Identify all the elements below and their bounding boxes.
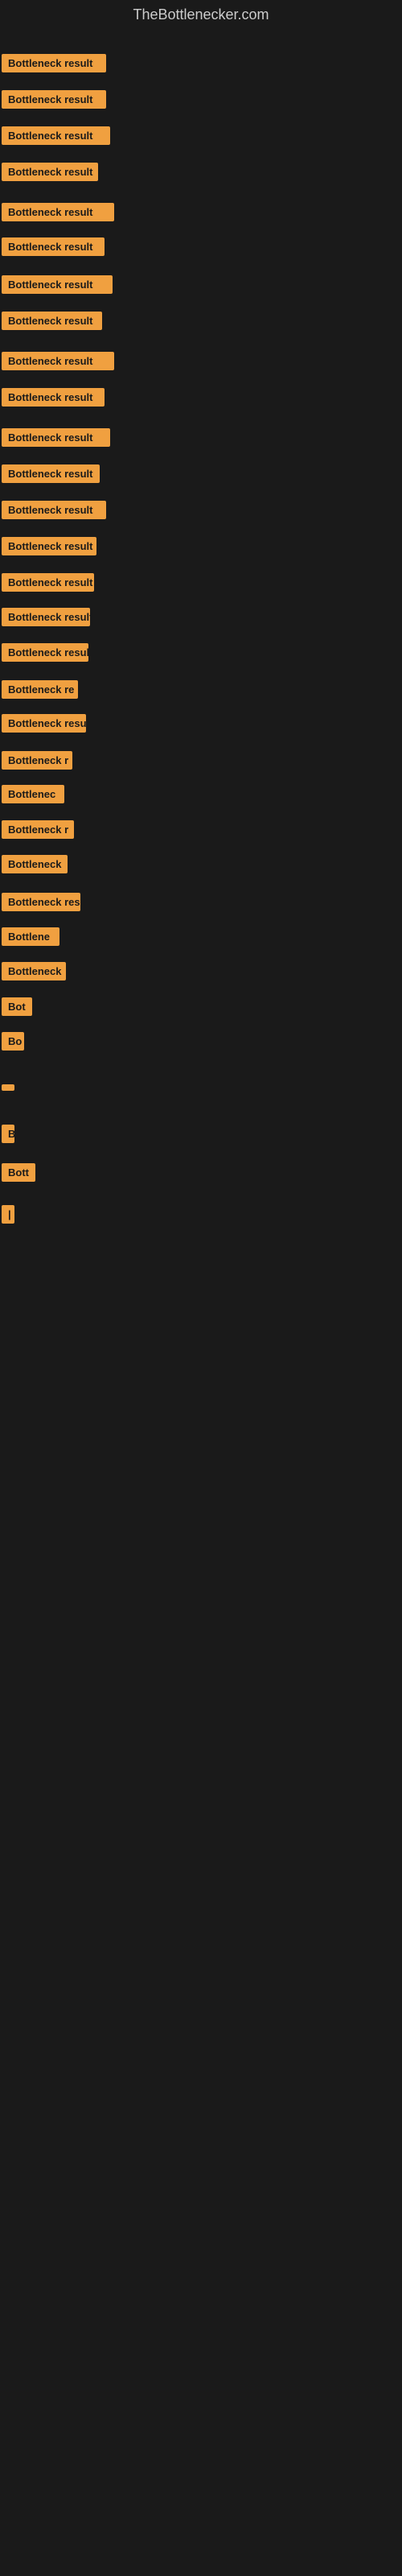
bottleneck-result-item: Bottleneck xyxy=(2,855,68,873)
bottleneck-result-item: Bott xyxy=(2,1163,35,1182)
bottleneck-result-item: Bottleneck result xyxy=(2,428,110,447)
bottleneck-result-item: Bottleneck result xyxy=(2,537,96,555)
bottleneck-result-item: Bottleneck result xyxy=(2,203,114,221)
bottleneck-result-item: Bottleneck result xyxy=(2,54,106,72)
bottleneck-result-item: Bottleneck result xyxy=(2,714,86,733)
bottleneck-result-item: Bottleneck result xyxy=(2,163,98,181)
bottleneck-result-item: Bottleneck result xyxy=(2,388,105,407)
bottleneck-result-item: Bottlene xyxy=(2,927,59,946)
bottleneck-result-item: Bottleneck result xyxy=(2,464,100,483)
bottleneck-result-item: Bo xyxy=(2,1032,24,1051)
bottleneck-result-item: Bottleneck result xyxy=(2,237,105,256)
bottleneck-result-item: Bottleneck result xyxy=(2,90,106,109)
bottleneck-result-item: B xyxy=(2,1125,14,1143)
bottleneck-result-item: Bottleneck re xyxy=(2,680,78,699)
bottleneck-result-item xyxy=(2,1084,14,1091)
bottleneck-result-item: Bottleneck r xyxy=(2,751,72,770)
bottleneck-result-item: Bottleneck res xyxy=(2,893,80,911)
bottleneck-result-item: Bottleneck result xyxy=(2,608,90,626)
bottleneck-result-item: Bottleneck result xyxy=(2,573,94,592)
bottleneck-result-item: Bottlenec xyxy=(2,785,64,803)
bottleneck-result-item: Bottleneck xyxy=(2,962,66,980)
bottleneck-result-item: Bot xyxy=(2,997,32,1016)
site-title: TheBottlenecker.com xyxy=(0,0,402,30)
bottleneck-result-item: Bottleneck result xyxy=(2,352,114,370)
bottleneck-result-item: Bottleneck result xyxy=(2,126,110,145)
bottleneck-result-item: Bottleneck result xyxy=(2,501,106,519)
bottleneck-result-item: Bottleneck result xyxy=(2,643,88,662)
bottleneck-result-item: Bottleneck result xyxy=(2,312,102,330)
bottleneck-result-item: Bottleneck result xyxy=(2,275,113,294)
bottleneck-result-item: Bottleneck r xyxy=(2,820,74,839)
bottleneck-result-item: | xyxy=(2,1205,14,1224)
